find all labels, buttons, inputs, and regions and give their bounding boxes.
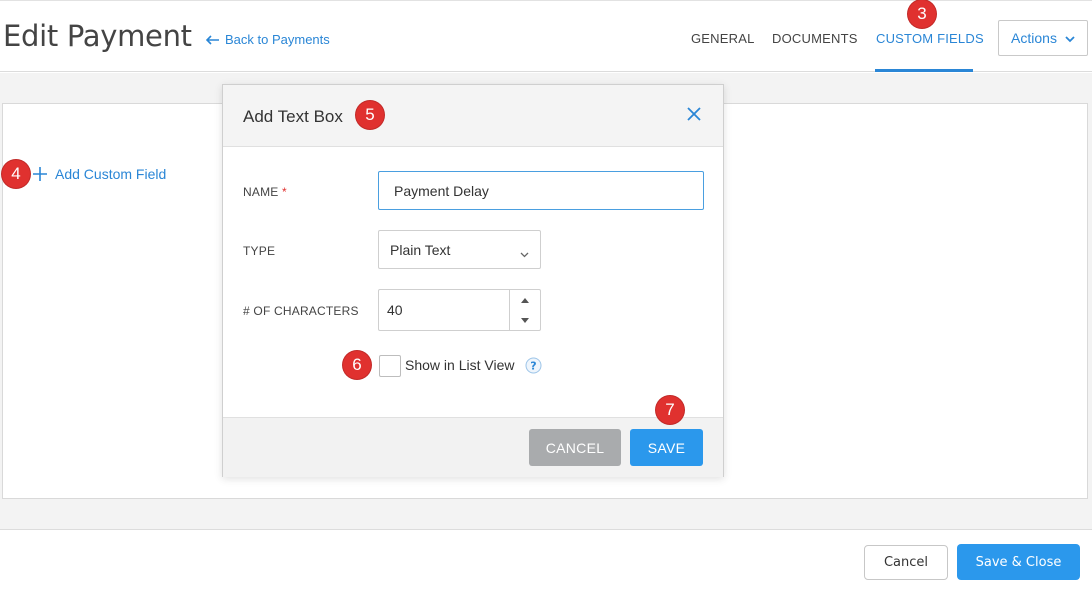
back-link-label: Back to Payments bbox=[225, 32, 330, 47]
bottom-action-bar: Cancel Save & Close bbox=[0, 529, 1092, 597]
svg-text:?: ? bbox=[530, 360, 536, 373]
tab-custom-fields[interactable]: CUSTOM FIELDS bbox=[876, 31, 984, 46]
dialog-footer: CANCEL SAVE bbox=[223, 417, 723, 477]
show-in-list-view-label: Show in List View bbox=[405, 357, 515, 373]
add-custom-field-label: Add Custom Field bbox=[55, 166, 167, 182]
add-custom-field-button[interactable]: Add Custom Field bbox=[33, 166, 166, 182]
cancel-button[interactable]: Cancel bbox=[864, 545, 948, 580]
actions-button[interactable]: Actions bbox=[998, 20, 1088, 56]
dialog-cancel-button[interactable]: CANCEL bbox=[529, 429, 621, 466]
step-badge: 5 bbox=[356, 101, 384, 129]
step-badge: 7 bbox=[656, 396, 684, 424]
back-to-payments-link[interactable]: Back to Payments bbox=[206, 32, 330, 47]
caret-up-icon[interactable] bbox=[510, 290, 540, 310]
help-icon[interactable]: ? bbox=[525, 357, 542, 374]
dialog-title: Add Text Box bbox=[243, 107, 343, 126]
type-label: TYPE bbox=[243, 244, 276, 258]
plus-icon bbox=[33, 166, 47, 182]
add-text-box-dialog: Add Text Box NAME * TYPE Plain Text # OF… bbox=[222, 84, 724, 477]
active-tab-indicator bbox=[875, 69, 973, 72]
close-icon[interactable] bbox=[687, 107, 705, 125]
step-badge: 3 bbox=[908, 0, 936, 28]
tab-documents[interactable]: DOCUMENTS bbox=[772, 31, 858, 46]
dialog-header: Add Text Box bbox=[223, 85, 723, 147]
characters-stepper bbox=[378, 289, 541, 331]
name-input[interactable] bbox=[378, 171, 704, 210]
chevron-down-icon bbox=[1065, 30, 1075, 46]
caret-down-icon[interactable] bbox=[510, 310, 540, 330]
tab-general[interactable]: GENERAL bbox=[691, 31, 755, 46]
step-badge: 6 bbox=[343, 351, 371, 379]
page-title: Edit Payment bbox=[3, 19, 192, 53]
chevron-down-icon bbox=[520, 245, 529, 261]
save-and-close-button[interactable]: Save & Close bbox=[957, 544, 1080, 580]
type-select[interactable]: Plain Text bbox=[378, 230, 541, 269]
characters-label: # OF CHARACTERS bbox=[243, 304, 359, 318]
required-marker: * bbox=[282, 185, 287, 199]
type-select-value: Plain Text bbox=[390, 241, 451, 258]
characters-input[interactable] bbox=[379, 290, 509, 330]
step-badge: 4 bbox=[2, 160, 30, 188]
show-in-list-view-checkbox[interactable] bbox=[379, 355, 401, 377]
dialog-save-button[interactable]: SAVE bbox=[630, 429, 703, 466]
name-label: NAME * bbox=[243, 185, 287, 199]
stepper-buttons bbox=[509, 290, 540, 330]
actions-label: Actions bbox=[1011, 30, 1057, 46]
arrow-left-icon bbox=[206, 34, 220, 45]
